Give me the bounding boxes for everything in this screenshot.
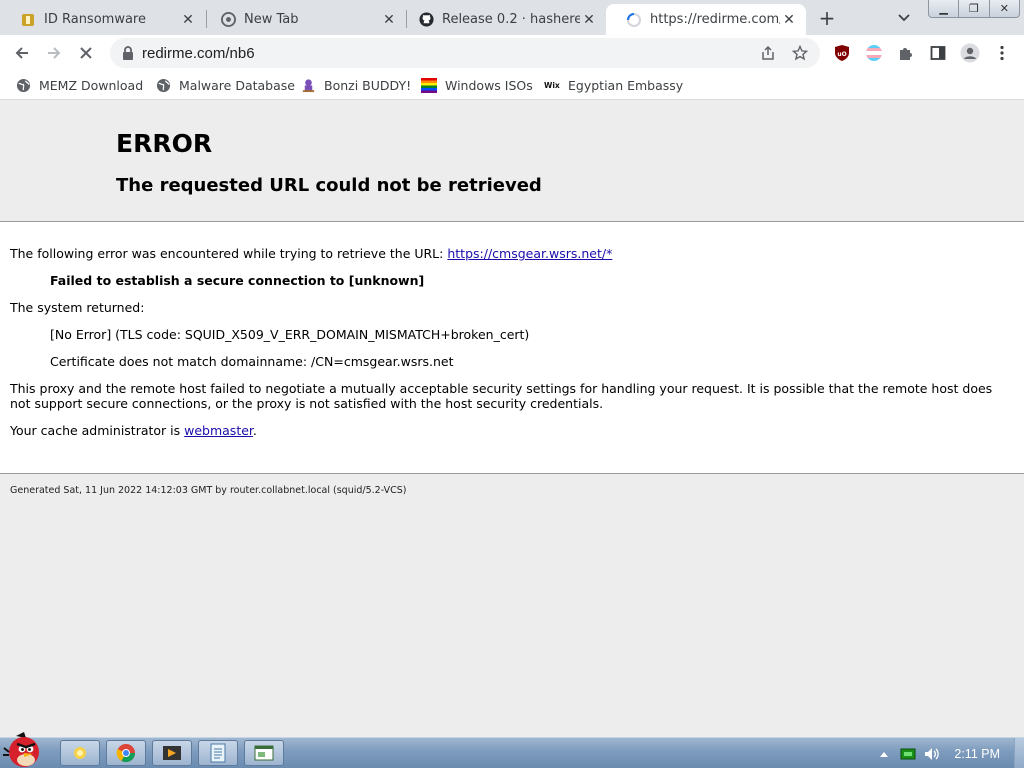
- forward-button[interactable]: [42, 41, 66, 65]
- extensions-puzzle-icon[interactable]: [894, 41, 918, 65]
- side-panel-icon[interactable]: [926, 41, 950, 65]
- taskbar-clock[interactable]: 2:11 PM: [954, 747, 1000, 761]
- show-hidden-icons-arrow-icon[interactable]: [875, 745, 893, 763]
- network-icon[interactable]: [899, 745, 917, 763]
- bookmark-label: Malware Database: [179, 77, 295, 93]
- tab-release-github[interactable]: Release 0.2 · hasherezade ✕: [398, 4, 606, 35]
- volume-speaker-icon[interactable]: [923, 745, 941, 763]
- webmaster-link[interactable]: webmaster: [184, 423, 253, 438]
- error-body: The following error was encountered whil…: [0, 222, 1024, 474]
- browser-toolbar: uO: [0, 35, 1024, 71]
- requested-url-link[interactable]: https://cmsgear.wsrs.net/*: [447, 246, 612, 261]
- cache-admin-suffix: .: [252, 423, 257, 438]
- tab-title: Release 0.2 · hasherezade: [442, 12, 580, 27]
- tab-search-chevron-icon[interactable]: [894, 8, 914, 28]
- back-button[interactable]: [10, 41, 34, 65]
- error-intro-text: The following error was encountered whil…: [10, 246, 444, 261]
- tab-redirme-active[interactable]: https://redirme.com/nb6 ✕: [606, 4, 806, 35]
- loading-spinner-icon: [626, 12, 642, 28]
- window-controls: ▁ ❐ ✕: [928, 0, 1020, 18]
- bookmark-star-icon[interactable]: [790, 44, 810, 62]
- share-icon[interactable]: [758, 44, 778, 62]
- bookmark-egyptian-embassy[interactable]: Wix Egyptian Embassy: [544, 76, 683, 94]
- error-explanation: This proxy and the remote host failed to…: [10, 381, 993, 411]
- address-bar[interactable]: [110, 38, 820, 68]
- bookmark-label: Bonzi BUDDY!: [324, 77, 412, 93]
- bookmark-memz-download[interactable]: MEMZ Download: [15, 76, 143, 94]
- globe-icon: [15, 77, 31, 93]
- tab-title: https://redirme.com/nb6: [650, 12, 780, 27]
- error-header: ERROR The requested URL could not be ret…: [0, 101, 1024, 222]
- close-tab-icon[interactable]: ✕: [580, 11, 598, 29]
- cache-admin-prefix: Your cache administrator is: [10, 423, 185, 438]
- restore-button[interactable]: ❐: [959, 0, 990, 17]
- chrome-icon: [220, 12, 236, 28]
- tls-error-code: [No Error] (TLS code: SQUID_X509_V_ERR_D…: [50, 327, 530, 342]
- media-player-icon[interactable]: [152, 740, 192, 766]
- ublock-origin-icon[interactable]: uO: [830, 41, 854, 65]
- page-content: ERROR The requested URL could not be ret…: [0, 101, 1024, 737]
- rainbow-flag-icon: [421, 77, 437, 93]
- gold-tile-icon: [20, 12, 36, 28]
- bookmarks-bar: MEMZ Download Malware Database Bonzi BUD…: [0, 71, 1024, 100]
- system-returned-label: The system returned:: [10, 300, 145, 315]
- cache-admin-line: Your cache administrator is webmaster.: [10, 423, 257, 438]
- start-button-angry-bird-icon[interactable]: [2, 730, 50, 768]
- tab-title: ID Ransomware: [44, 12, 146, 27]
- new-tab-button[interactable]: +: [814, 6, 840, 30]
- trans-flag-extension-icon[interactable]: [862, 41, 886, 65]
- close-tab-icon[interactable]: ✕: [780, 11, 798, 29]
- globe-icon: [155, 77, 171, 93]
- tab-id-ransomware[interactable]: ID Ransomware ✕: [0, 4, 205, 35]
- svg-text:Wix: Wix: [544, 81, 560, 90]
- github-icon: [418, 12, 434, 28]
- close-tab-icon[interactable]: ✕: [380, 11, 398, 29]
- window-app-icon[interactable]: [244, 740, 284, 766]
- bonzi-icon: [300, 77, 316, 93]
- bookmark-label: Windows ISOs: [445, 77, 533, 93]
- notepad-icon[interactable]: [198, 740, 238, 766]
- url-input[interactable]: [142, 44, 742, 62]
- profile-avatar-icon[interactable]: [958, 41, 982, 65]
- lock-icon[interactable]: [120, 45, 136, 61]
- tab-strip: ID Ransomware ✕ New Tab ✕ Release 0.2 · …: [0, 0, 1024, 35]
- wix-icon: Wix: [544, 77, 560, 93]
- bookmark-bonzi-buddy[interactable]: Bonzi BUDDY!: [300, 76, 411, 94]
- close-tab-icon[interactable]: ✕: [179, 11, 197, 29]
- bookmark-malware-database[interactable]: Malware Database: [155, 76, 295, 94]
- certificate-mismatch-text: Certificate does not match domainname: /…: [50, 354, 454, 369]
- menu-kebab-icon[interactable]: [990, 41, 1014, 65]
- error-subtitle: The requested URL could not be retrieved: [116, 175, 542, 196]
- show-desktop-button[interactable]: [1014, 738, 1024, 768]
- bookmark-windows-isos[interactable]: Windows ISOs: [421, 76, 533, 94]
- bookmark-label: Egyptian Embassy: [568, 77, 684, 93]
- svg-text:uO: uO: [837, 51, 846, 58]
- generated-footer: Generated Sat, 11 Jun 2022 14:12:03 GMT …: [10, 485, 407, 496]
- failure-message: Failed to establish a secure connection …: [50, 273, 425, 288]
- system-tray: 2:11 PM: [872, 738, 1024, 768]
- explorer-folder-icon[interactable]: [60, 740, 100, 766]
- bookmark-label: MEMZ Download: [39, 77, 144, 93]
- error-title: ERROR: [116, 129, 213, 158]
- minimize-button[interactable]: ▁: [929, 0, 960, 17]
- chrome-icon[interactable]: [106, 740, 146, 766]
- stop-loading-button[interactable]: [74, 41, 98, 65]
- error-intro-line: The following error was encountered whil…: [10, 246, 612, 261]
- windows-taskbar: 2:11 PM: [0, 732, 1024, 768]
- tab-new-tab[interactable]: New Tab ✕: [200, 4, 406, 35]
- tab-title: New Tab: [244, 12, 299, 27]
- close-window-button[interactable]: ✕: [990, 0, 1019, 17]
